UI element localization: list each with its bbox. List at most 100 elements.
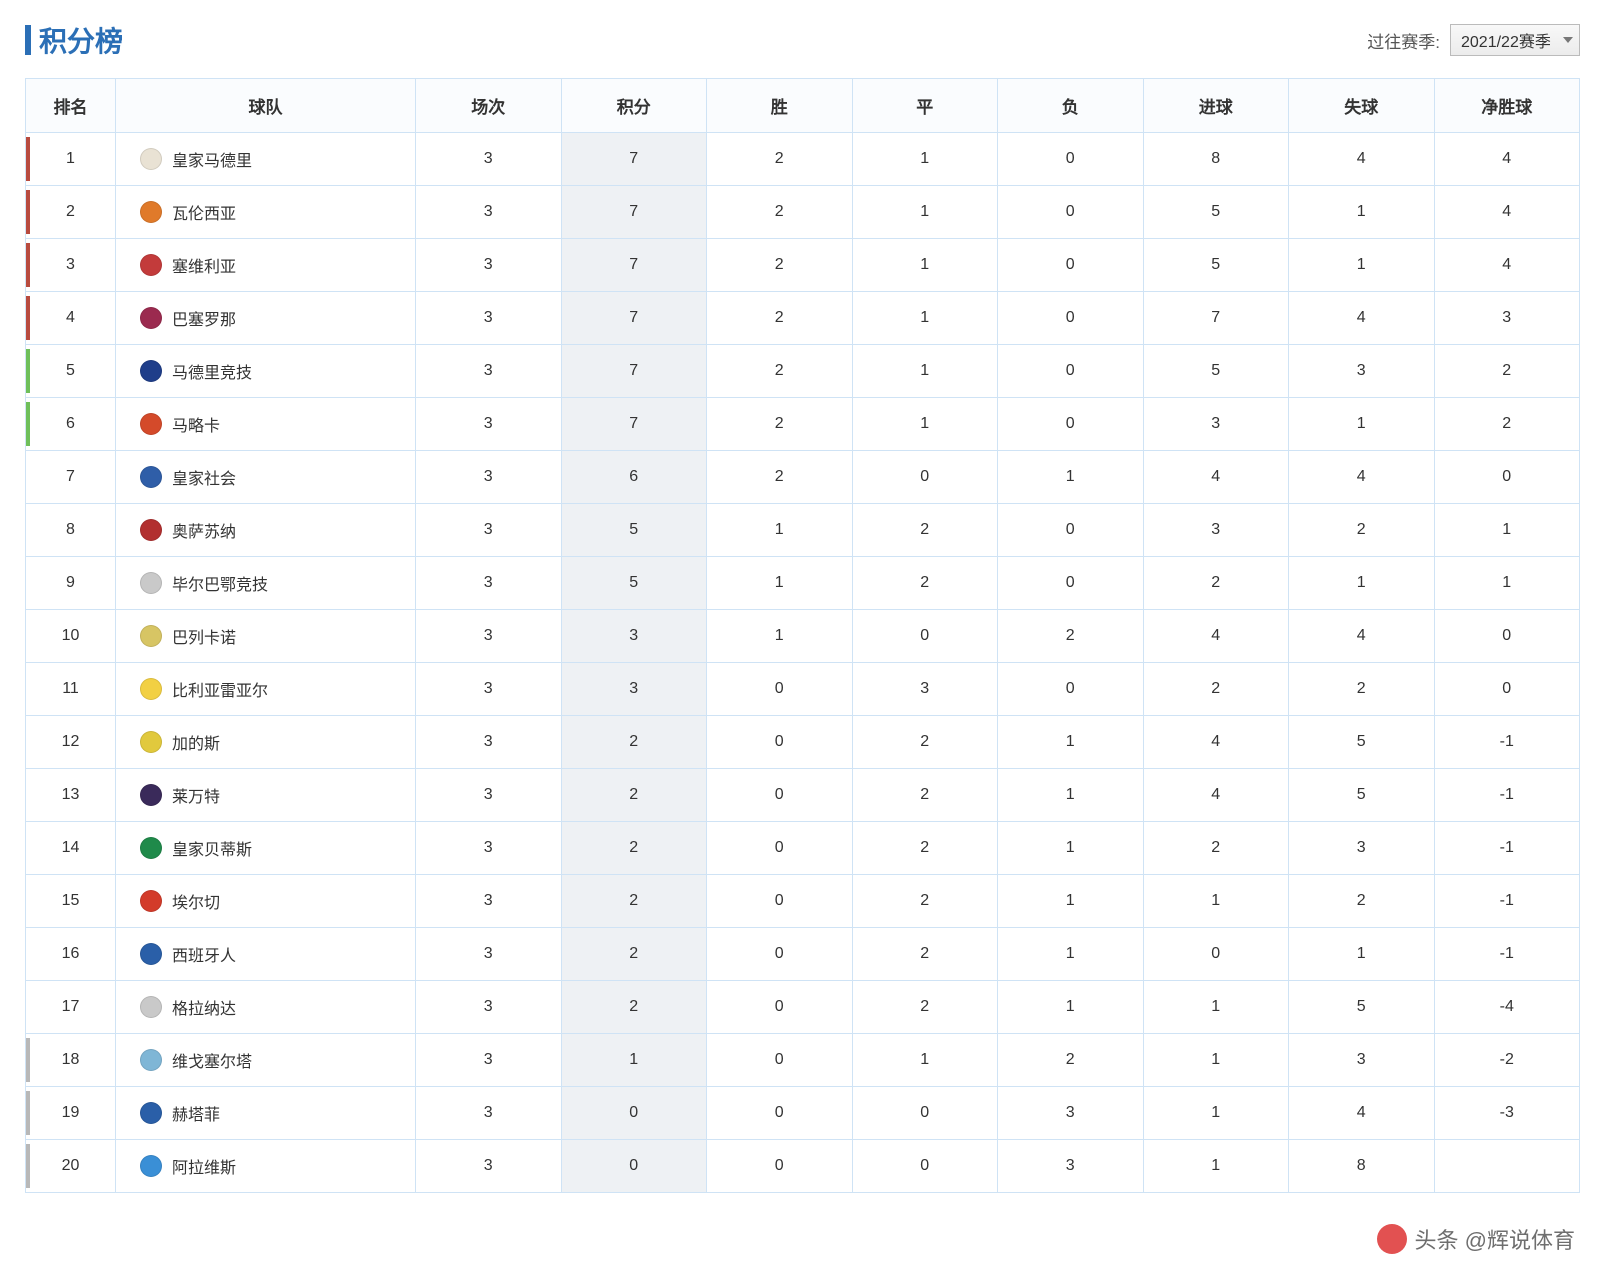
team-name[interactable]: 奥萨苏纳	[172, 518, 236, 542]
team-name[interactable]: 莱万特	[172, 783, 220, 807]
table-row[interactable]: 4巴塞罗那37210743	[26, 292, 1580, 345]
cell-gd: 0	[1434, 451, 1580, 504]
team-name[interactable]: 维戈塞尔塔	[172, 1048, 252, 1072]
rank-value: 1	[66, 150, 75, 167]
table-row[interactable]: 5马德里竞技37210532	[26, 345, 1580, 398]
cell-rank: 20	[26, 1140, 116, 1193]
rank-value: 6	[66, 415, 75, 432]
cell-losses: 1	[998, 716, 1144, 769]
cell-played: 3	[416, 133, 562, 186]
col-played: 场次	[416, 79, 562, 133]
table-row[interactable]: 17格拉纳达3202115-4	[26, 981, 1580, 1034]
team-name[interactable]: 赫塔菲	[172, 1101, 220, 1125]
table-row[interactable]: 7皇家社会36201440	[26, 451, 1580, 504]
team-name[interactable]: 加的斯	[172, 730, 220, 754]
team-name[interactable]: 格拉纳达	[172, 995, 236, 1019]
table-row[interactable]: 13莱万特3202145-1	[26, 769, 1580, 822]
cell-team: 瓦伦西亚	[116, 186, 416, 239]
cell-ga: 3	[1289, 822, 1435, 875]
cell-team: 塞维利亚	[116, 239, 416, 292]
club-crest-icon	[140, 1049, 162, 1071]
cell-points: 0	[561, 1087, 707, 1140]
cell-rank: 4	[26, 292, 116, 345]
team-name[interactable]: 埃尔切	[172, 889, 220, 913]
team-name[interactable]: 皇家马德里	[172, 147, 252, 171]
cell-points: 5	[561, 557, 707, 610]
cell-team: 格拉纳达	[116, 981, 416, 1034]
cell-gf: 1	[1143, 1087, 1289, 1140]
cell-team: 比利亚雷亚尔	[116, 663, 416, 716]
table-row[interactable]: 8奥萨苏纳35120321	[26, 504, 1580, 557]
table-row[interactable]: 12加的斯3202145-1	[26, 716, 1580, 769]
team-name[interactable]: 阿拉维斯	[172, 1154, 236, 1178]
table-row[interactable]: 6马略卡37210312	[26, 398, 1580, 451]
team-name[interactable]: 巴塞罗那	[172, 306, 236, 330]
cell-ga: 3	[1289, 1034, 1435, 1087]
cell-ga: 4	[1289, 133, 1435, 186]
cell-draws: 1	[852, 1034, 998, 1087]
table-row[interactable]: 20阿拉维斯3000318	[26, 1140, 1580, 1193]
team-name[interactable]: 西班牙人	[172, 942, 236, 966]
club-crest-icon	[140, 254, 162, 276]
table-row[interactable]: 11比利亚雷亚尔33030220	[26, 663, 1580, 716]
table-row[interactable]: 10巴列卡诺33102440	[26, 610, 1580, 663]
cell-points: 6	[561, 451, 707, 504]
team-name[interactable]: 毕尔巴鄂竞技	[172, 571, 268, 595]
cell-points: 2	[561, 716, 707, 769]
cell-draws: 3	[852, 663, 998, 716]
table-row[interactable]: 15埃尔切3202112-1	[26, 875, 1580, 928]
team-name[interactable]: 比利亚雷亚尔	[172, 677, 268, 701]
season-dropdown[interactable]: 2021/22赛季	[1450, 24, 1580, 56]
table-row[interactable]: 18维戈塞尔塔3101213-2	[26, 1034, 1580, 1087]
rank-value: 3	[66, 256, 75, 273]
cell-played: 3	[416, 451, 562, 504]
cell-gf: 7	[1143, 292, 1289, 345]
cell-ga: 1	[1289, 557, 1435, 610]
cell-ga: 1	[1289, 186, 1435, 239]
col-losses: 负	[998, 79, 1144, 133]
rank-value: 9	[66, 574, 75, 591]
table-row[interactable]: 3塞维利亚37210514	[26, 239, 1580, 292]
cell-ga: 4	[1289, 1087, 1435, 1140]
team-name[interactable]: 巴列卡诺	[172, 624, 236, 648]
cell-played: 3	[416, 239, 562, 292]
cell-rank: 17	[26, 981, 116, 1034]
team-name[interactable]: 瓦伦西亚	[172, 200, 236, 224]
club-crest-icon	[140, 360, 162, 382]
cell-played: 3	[416, 557, 562, 610]
cell-wins: 2	[707, 398, 853, 451]
cell-points: 7	[561, 345, 707, 398]
cell-played: 3	[416, 345, 562, 398]
season-label: 过往赛季:	[1367, 28, 1440, 53]
cell-team: 毕尔巴鄂竞技	[116, 557, 416, 610]
cell-gd: -3	[1434, 1087, 1580, 1140]
team-name[interactable]: 皇家贝蒂斯	[172, 836, 252, 860]
table-row[interactable]: 14皇家贝蒂斯3202123-1	[26, 822, 1580, 875]
cell-ga: 1	[1289, 239, 1435, 292]
team-name[interactable]: 马略卡	[172, 412, 220, 436]
cell-points: 2	[561, 822, 707, 875]
table-row[interactable]: 1皇家马德里37210844	[26, 133, 1580, 186]
col-team: 球队	[116, 79, 416, 133]
cell-wins: 1	[707, 557, 853, 610]
team-name[interactable]: 塞维利亚	[172, 253, 236, 277]
table-row[interactable]: 2瓦伦西亚37210514	[26, 186, 1580, 239]
cell-rank: 9	[26, 557, 116, 610]
rank-marker-bar	[26, 243, 30, 287]
table-row[interactable]: 9毕尔巴鄂竞技35120211	[26, 557, 1580, 610]
cell-gf: 4	[1143, 716, 1289, 769]
rank-value: 14	[62, 839, 80, 856]
team-name[interactable]: 马德里竞技	[172, 359, 252, 383]
cell-played: 3	[416, 610, 562, 663]
cell-ga: 1	[1289, 398, 1435, 451]
table-header-row: 排名 球队 场次 积分 胜 平 负 进球 失球 净胜球	[26, 79, 1580, 133]
season-selector: 过往赛季: 2021/22赛季	[1367, 24, 1580, 56]
cell-wins: 0	[707, 716, 853, 769]
club-crest-icon	[140, 307, 162, 329]
table-row[interactable]: 16西班牙人3202101-1	[26, 928, 1580, 981]
cell-ga: 4	[1289, 451, 1435, 504]
team-name[interactable]: 皇家社会	[172, 465, 236, 489]
cell-losses: 1	[998, 822, 1144, 875]
table-row[interactable]: 19赫塔菲3000314-3	[26, 1087, 1580, 1140]
cell-rank: 2	[26, 186, 116, 239]
